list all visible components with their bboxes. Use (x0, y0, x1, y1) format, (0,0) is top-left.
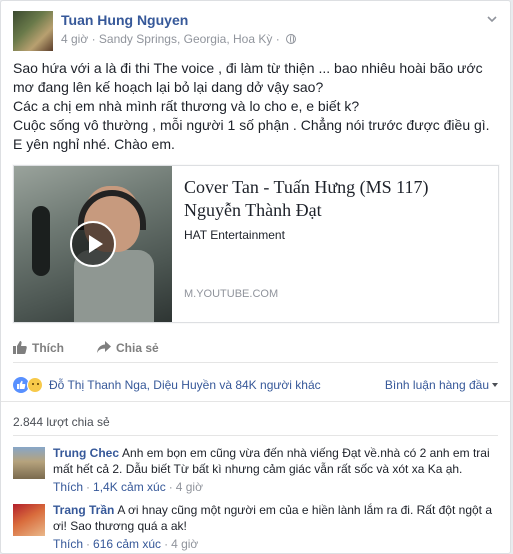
meta-dot: · (168, 480, 173, 494)
link-source: HAT Entertainment (184, 228, 285, 242)
post-header: Tuan Hung Nguyen 4 giờ · Sandy Springs, … (13, 11, 498, 51)
commenter-avatar[interactable] (13, 504, 45, 536)
comment-text: A ơi hnay cũng một người em của e hiền l… (53, 503, 493, 533)
meta-dot: · (86, 537, 91, 551)
link-preview[interactable]: Cover Tan - Tuấn Hưng (MS 117) Nguyễn Th… (13, 165, 499, 323)
comment-reactions[interactable]: 616 cảm xúc (93, 537, 161, 551)
meta-separator-2: · (275, 32, 280, 46)
link-title[interactable]: Cover Tan - Tuấn Hưng (MS 117) Nguyễn Th… (184, 176, 488, 222)
comment-like-button[interactable]: Thích (53, 480, 83, 494)
comment-sort-dropdown[interactable]: Bình luận hàng đầu (385, 378, 498, 392)
meta-dot: · (86, 480, 91, 494)
divider (13, 435, 498, 436)
post-location[interactable]: Sandy Springs, Georgia, Hoa Kỳ (99, 32, 272, 46)
link-domain: M.YOUTUBE.COM (184, 288, 279, 300)
comment-body: Trang Trần A ơi hnay cũng một người em củ… (53, 502, 498, 552)
share-icon (97, 341, 111, 353)
post-text: Sao hứa với a là đi thi The voice , đi l… (13, 59, 498, 154)
author-avatar[interactable] (13, 11, 53, 51)
comment-sort-label: Bình luận hàng đầu (384, 378, 489, 392)
comment-reactions[interactable]: 1,4K cảm xúc (93, 480, 166, 494)
like-button[interactable]: Thích (13, 341, 64, 355)
globe-icon[interactable] (286, 34, 297, 44)
share-label: Chia sẻ (116, 341, 159, 355)
like-label: Thích (32, 341, 64, 355)
reactors-summary[interactable]: Đỗ Thị Thanh Nga, Diệu Huyền và 84K ngườ… (49, 378, 321, 392)
comment-time[interactable]: 4 giờ (171, 537, 198, 551)
comment-item: Trung Chec Anh em bọn em cũng vừa đến nhà… (13, 445, 498, 497)
meta-dot: · (164, 537, 169, 551)
play-icon[interactable] (70, 221, 116, 267)
comment-time[interactable]: 4 giờ (176, 480, 203, 494)
caret-down-icon (492, 383, 498, 387)
reactions-row: Đỗ Thị Thanh Nga, Diệu Huyền và 84K ngườ… (13, 375, 498, 395)
share-button[interactable]: Chia sẻ (97, 341, 159, 355)
post-meta: 4 giờ · Sandy Springs, Georgia, Hoa Kỳ · (61, 32, 297, 46)
post-text-line: E yên nghỉ nhé. Chào em. (13, 136, 175, 152)
post-time[interactable]: 4 giờ (61, 32, 88, 46)
comment-item: Trang Trần A ơi hnay cũng một người em củ… (13, 502, 498, 553)
post-card: Tuan Hung Nguyen 4 giờ · Sandy Springs, … (0, 0, 511, 554)
post-text-line: Sao hứa với a là đi thi The voice , đi l… (13, 60, 483, 95)
post-text-line: Cuộc sống vô thường , mỗi người 1 số phậ… (13, 117, 490, 133)
author-name[interactable]: Tuan Hung Nguyen (61, 12, 188, 28)
thumbs-up-icon (13, 341, 27, 354)
comment-author[interactable]: Trung Chec (53, 446, 119, 460)
comment-body: Trung Chec Anh em bọn em cũng vừa đến nhà… (53, 445, 498, 495)
post-text-line: Các a chị em nhà mình rất thương và lo c… (13, 98, 360, 114)
divider (1, 401, 510, 402)
comment-meta: Thích · 616 cảm xúc · 4 giờ (53, 536, 498, 552)
post-actions: Thích Chia sẻ (13, 337, 498, 363)
comment-meta: Thích · 1,4K cảm xúc · 4 giờ (53, 479, 498, 495)
link-info[interactable]: Cover Tan - Tuấn Hưng (MS 117) Nguyễn Th… (184, 176, 488, 312)
sad-reaction-icon[interactable] (27, 377, 43, 393)
shares-count[interactable]: 2.844 lượt chia sẻ (13, 415, 110, 429)
chevron-down-icon[interactable] (486, 13, 498, 25)
meta-separator: · (91, 32, 99, 46)
comment-author[interactable]: Trang Trần (53, 503, 114, 517)
microphone-image (32, 206, 50, 276)
video-thumbnail[interactable] (14, 166, 172, 322)
comment-like-button[interactable]: Thích (53, 537, 83, 551)
commenter-avatar[interactable] (13, 447, 45, 479)
